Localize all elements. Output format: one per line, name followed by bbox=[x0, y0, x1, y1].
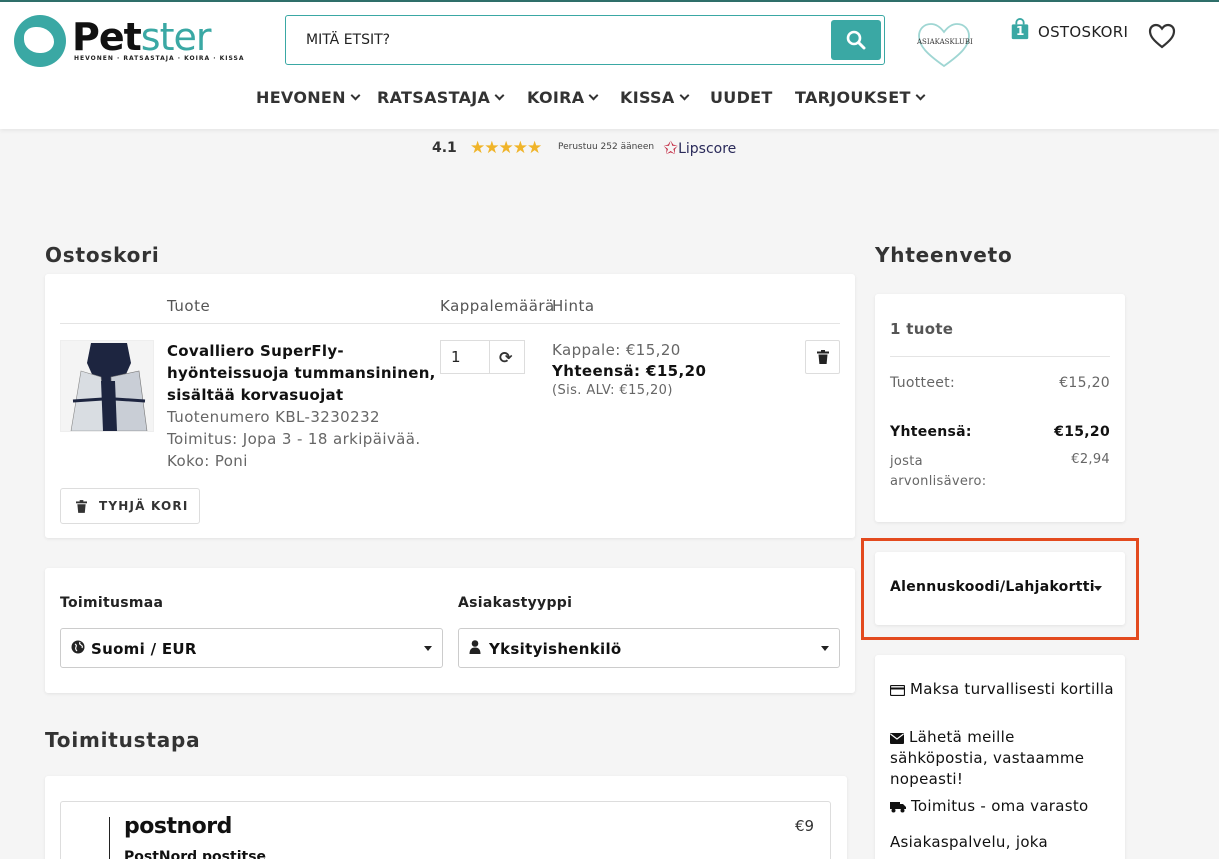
lipscore-logo: ✩Lipscore bbox=[663, 138, 737, 159]
customer-type-select[interactable]: Yksityishenkilö bbox=[458, 628, 840, 668]
trash-icon bbox=[817, 350, 829, 364]
fly-mask-image bbox=[61, 341, 153, 431]
col-price-header: Hinta bbox=[552, 297, 595, 315]
logo-text: Petster bbox=[72, 15, 211, 59]
customer-type-label: Asiakastyyppi bbox=[458, 595, 573, 611]
search-button[interactable] bbox=[831, 20, 881, 60]
info-shipping: Toimitus - oma varasto bbox=[890, 796, 1115, 817]
nav-item-uudet[interactable]: UUDET bbox=[710, 88, 773, 107]
petster-logo[interactable]: Petster HEVONEN · RATSASTAJA · KOIRA · K… bbox=[14, 15, 243, 69]
delivery-method-card: postnord €9 PostNord postitse bbox=[45, 776, 847, 859]
caret-down-icon bbox=[1094, 586, 1102, 591]
dropdown-caret-icon bbox=[821, 646, 829, 651]
chevron-down-icon bbox=[350, 90, 361, 101]
shipping-name: PostNord postitse bbox=[124, 849, 267, 859]
discount-highlight: Alennuskoodi/Lahjakortti bbox=[861, 538, 1139, 640]
cart-heading: Ostoskori bbox=[45, 243, 160, 267]
lipscore-star-icon: ✩ bbox=[663, 138, 679, 159]
radio-divider bbox=[109, 817, 110, 859]
summary-heading: Yhteenveto bbox=[875, 243, 1013, 267]
chevron-down-icon bbox=[679, 90, 690, 101]
cart-count-badge: 1 bbox=[1016, 24, 1025, 38]
products-label: Tuotteet: bbox=[890, 375, 955, 391]
customer-type-value: Yksityishenkilö bbox=[489, 640, 622, 658]
logo-tagline: HEVONEN · RATSASTAJA · KOIRA · KISSA bbox=[74, 55, 245, 62]
products-value: €15,20 bbox=[1059, 375, 1110, 391]
col-qty-header: Kappalemäärä bbox=[440, 297, 555, 315]
site-header: Petster HEVONEN · RATSASTAJA · KOIRA · K… bbox=[0, 2, 1219, 129]
club-label: ASIAKASKLUBI bbox=[917, 38, 973, 46]
discount-label: Alennuskoodi/Lahjakortti bbox=[890, 579, 1095, 595]
rating-strip[interactable]: 4.1 ★★★★★ Perustuu 252 ääneen ✩Lipscore bbox=[432, 137, 752, 161]
summary-item-count: 1 tuote bbox=[890, 320, 954, 338]
globe-icon bbox=[71, 640, 85, 654]
empty-cart-button[interactable]: TYHJÄ KORI bbox=[60, 488, 200, 524]
search-input[interactable]: MITÄ ETSIT? bbox=[306, 32, 390, 48]
country-label: Toimitusmaa bbox=[60, 595, 164, 611]
search-icon bbox=[846, 30, 866, 50]
delivery-options-card: Toimitusmaa Suomi / EUR Asiakastyyppi Yk… bbox=[45, 568, 855, 693]
total-value: €15,20 bbox=[1054, 424, 1110, 440]
discount-toggle[interactable]: Alennuskoodi/Lahjakortti bbox=[875, 552, 1125, 625]
truck-icon bbox=[890, 802, 906, 813]
nav-item-ratsastaja[interactable]: RATSASTAJA bbox=[377, 88, 505, 107]
quantity-stepper: 1 ⟳ bbox=[440, 340, 525, 374]
main-nav: HEVONEN RATSASTAJA KOIRA KISSA UUDET TAR… bbox=[0, 88, 1219, 112]
refresh-icon[interactable]: ⟳ bbox=[499, 348, 512, 367]
total-label: Yhteensä: bbox=[890, 424, 972, 440]
logo-mark-icon bbox=[14, 15, 66, 67]
user-icon bbox=[469, 640, 481, 654]
delivery-method-heading: Toimitustapa bbox=[45, 728, 201, 752]
remove-item-button[interactable] bbox=[805, 340, 840, 374]
product-delivery: Toimitus: Jopa 3 - 18 arkipäivää. bbox=[167, 430, 421, 448]
cart-label: OSTOSKORI bbox=[1038, 23, 1129, 41]
unit-price: Kappale: €15,20 bbox=[552, 341, 681, 359]
line-vat: (Sis. ALV: €15,20) bbox=[552, 383, 673, 398]
nav-item-hevonen[interactable]: HEVONEN bbox=[256, 88, 361, 107]
rating-score: 4.1 bbox=[432, 140, 457, 156]
chevron-down-icon bbox=[494, 90, 505, 101]
summary-divider bbox=[890, 356, 1110, 357]
product-name-link[interactable]: Covalliero SuperFly-hyönteissuoja tumman… bbox=[167, 340, 437, 406]
summary-card: 1 tuote Tuotteet: €15,20 Yhteensä: €15,2… bbox=[875, 294, 1125, 522]
postnord-logo: postnord bbox=[124, 814, 232, 839]
info-secure-payment: Maksa turvallisesti kortilla bbox=[890, 679, 1115, 700]
nav-item-tarjoukset[interactable]: TARJOUKSET bbox=[795, 88, 926, 107]
product-image[interactable] bbox=[60, 340, 154, 432]
dropdown-caret-icon bbox=[424, 646, 432, 651]
search-bar[interactable]: MITÄ ETSIT? bbox=[285, 15, 885, 65]
trash-icon bbox=[76, 500, 87, 513]
customer-club-link[interactable]: ASIAKASKLUBI bbox=[913, 20, 975, 70]
rating-stars: ★★★★★ bbox=[470, 138, 542, 158]
cart-link[interactable]: 1 OSTOSKORI bbox=[1010, 16, 1140, 46]
product-sku: Tuotenumero KBL-3230232 bbox=[167, 408, 380, 426]
vat-label: josta arvonlisävero: bbox=[890, 454, 987, 489]
info-email: Lähetä meille sähköpostia, vastaamme nop… bbox=[890, 728, 1085, 788]
vat-value: €2,94 bbox=[1071, 452, 1110, 467]
line-total: Yhteensä: €15,20 bbox=[552, 362, 707, 380]
rating-based-on: Perustuu 252 ääneen bbox=[558, 142, 655, 152]
header-divider bbox=[60, 323, 840, 324]
empty-cart-label: TYHJÄ KORI bbox=[99, 499, 189, 513]
chevron-down-icon bbox=[915, 90, 926, 101]
info-card: Maksa turvallisesti kortilla Lähetä meil… bbox=[875, 655, 1125, 859]
credit-card-icon bbox=[890, 685, 905, 696]
envelope-icon bbox=[890, 733, 904, 744]
cart-card: Tuote Kappalemäärä Hinta Covalliero Supe… bbox=[45, 274, 855, 538]
country-select[interactable]: Suomi / EUR bbox=[60, 628, 443, 668]
chevron-down-icon bbox=[588, 90, 599, 101]
nav-item-koira[interactable]: KOIRA bbox=[527, 88, 599, 107]
nav-item-kissa[interactable]: KISSA bbox=[620, 88, 690, 107]
shipping-price: €9 bbox=[795, 817, 815, 835]
product-size: Koko: Poni bbox=[167, 452, 248, 470]
country-value: Suomi / EUR bbox=[91, 640, 197, 658]
wishlist-heart-icon[interactable] bbox=[1147, 22, 1177, 50]
info-customer-service: Asiakaspalvelu, joka bbox=[890, 833, 1049, 851]
shipping-option-postnord[interactable]: postnord €9 PostNord postitse bbox=[60, 801, 831, 859]
col-product-header: Tuote bbox=[167, 297, 211, 315]
quantity-input[interactable]: 1 bbox=[451, 348, 461, 366]
